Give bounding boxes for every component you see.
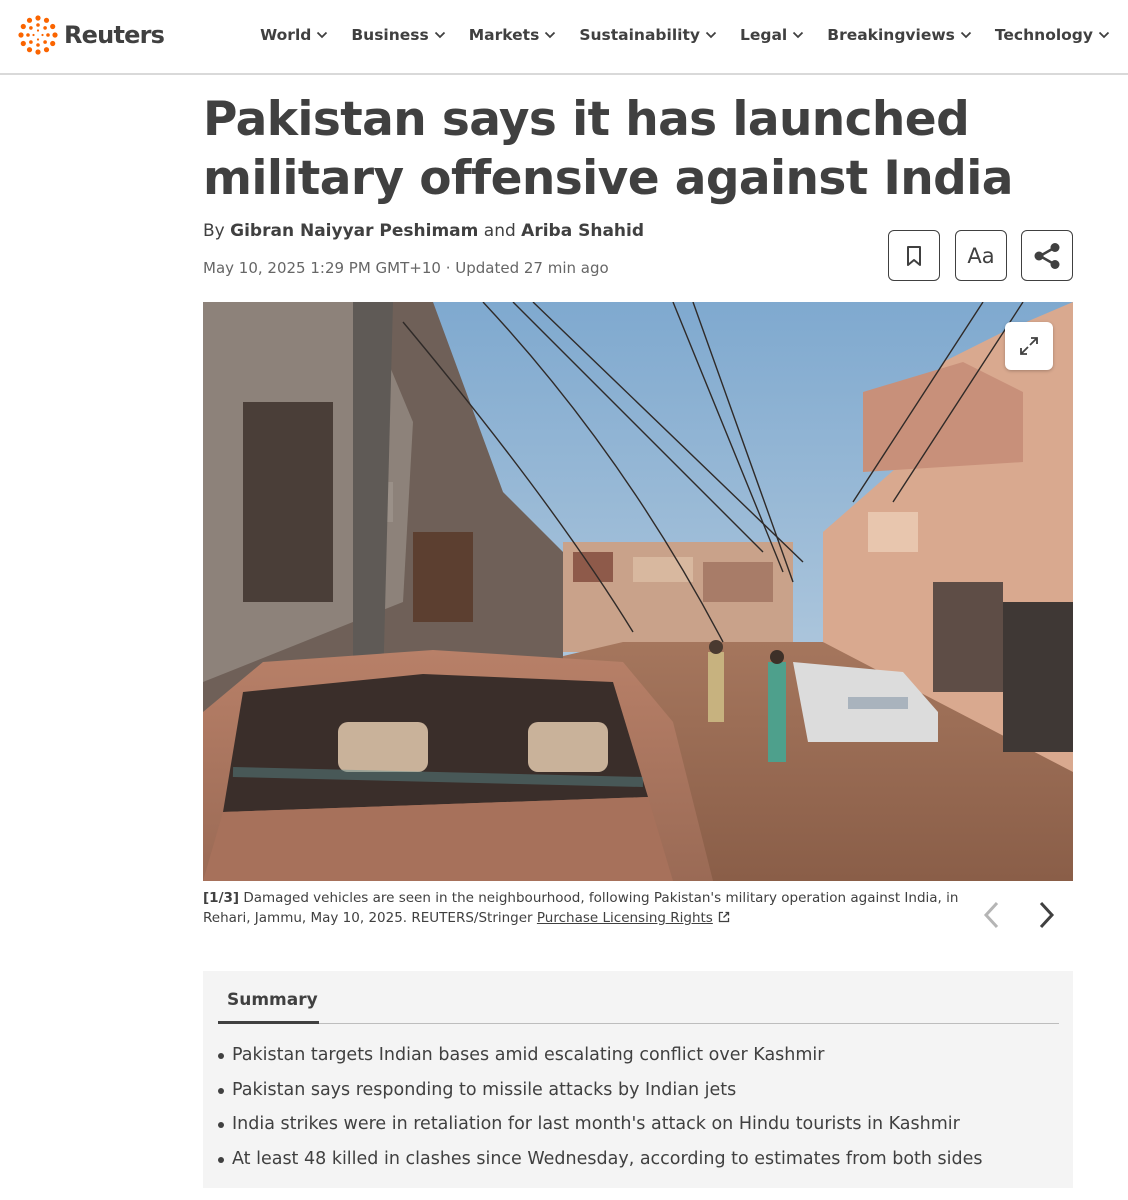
share-icon (1034, 242, 1060, 269)
chevron-down-icon (705, 31, 717, 39)
byline-conjunction: and (483, 221, 516, 241)
summary-box: Summary Pakistan targets Indian bases am… (203, 971, 1073, 1188)
summary-divider (218, 1023, 1059, 1024)
byline: By Gibran Naiyyar Peshimam and Ariba Sha… (203, 221, 644, 241)
chevron-down-icon (793, 31, 804, 39)
share-button[interactable] (1021, 230, 1073, 281)
summary-bullet: Pakistan says responding to missile atta… (218, 1076, 983, 1111)
licensing-link[interactable]: Purchase Licensing Rights (537, 910, 713, 926)
nav-label: World (260, 26, 312, 44)
bookmark-button[interactable] (888, 230, 940, 281)
chevron-down-icon (960, 31, 972, 39)
summary-list: Pakistan targets Indian bases amid escal… (218, 1041, 983, 1179)
chevron-down-icon (434, 31, 445, 39)
byline-prefix: By (203, 221, 225, 241)
author-link[interactable]: Gibran Naiyyar Peshimam (230, 221, 478, 241)
summary-bullet: India strikes were in retaliation for la… (218, 1110, 983, 1145)
summary-tab-indicator (218, 1021, 319, 1024)
nav-label: Markets (468, 26, 540, 44)
bookmark-icon (907, 245, 921, 266)
site-header: Reuters World Business Markets Sustainab… (0, 0, 1128, 75)
article-dateline: May 10, 2025 1:29 PM GMT+10 · Updated 27… (203, 259, 609, 277)
summary-bullet: At least 48 killed in clashes since Wedn… (218, 1145, 983, 1180)
nav-label: Breakingviews (827, 26, 955, 44)
chevron-down-icon (317, 31, 328, 39)
brand-name: Reuters (64, 21, 165, 49)
external-link-icon (718, 911, 729, 923)
previous-photo-button[interactable] (974, 897, 1010, 933)
nav-label: Technology (994, 26, 1093, 44)
nav-label: Sustainability (579, 26, 700, 44)
expand-icon (1020, 337, 1038, 355)
nav-item-sustainability[interactable]: Sustainability (579, 22, 717, 48)
article-headline: Pakistan says it has launched military o… (203, 92, 1013, 206)
nav-item-markets[interactable]: Markets (469, 22, 557, 48)
nav-item-business[interactable]: Business (351, 22, 445, 48)
chevron-down-icon (545, 31, 556, 39)
text-size-button[interactable]: Aa (955, 230, 1007, 281)
next-photo-button[interactable] (1028, 897, 1064, 933)
reuters-logo-icon (18, 15, 58, 55)
reuters-logo[interactable]: Reuters (18, 14, 165, 56)
nav-item-breakingviews[interactable]: Breakingviews (827, 22, 972, 48)
photo-caption: [1/3] Damaged vehicles are seen in the n… (203, 888, 963, 928)
article-photo[interactable] (203, 302, 1073, 881)
nav-label: Business (351, 26, 429, 44)
expand-photo-button[interactable] (1005, 322, 1053, 370)
nav-item-world[interactable]: World (260, 22, 328, 48)
main-nav: World Business Markets Sustainability Le… (237, 22, 1110, 48)
chevron-left-icon (983, 901, 999, 929)
photo-damaged-street (203, 302, 1073, 881)
nav-label: Legal (739, 26, 788, 44)
photo-counter: [1/3] (203, 890, 240, 906)
tab-summary[interactable]: Summary (227, 990, 318, 1010)
summary-bullet: Pakistan targets Indian bases amid escal… (218, 1041, 983, 1076)
nav-item-legal[interactable]: Legal (740, 22, 804, 48)
chevron-right-icon (1039, 901, 1055, 929)
chevron-down-icon (1098, 31, 1110, 39)
text-size-label: Aa (967, 243, 995, 268)
author-link[interactable]: Ariba Shahid (521, 221, 644, 241)
nav-item-technology[interactable]: Technology (995, 22, 1110, 48)
